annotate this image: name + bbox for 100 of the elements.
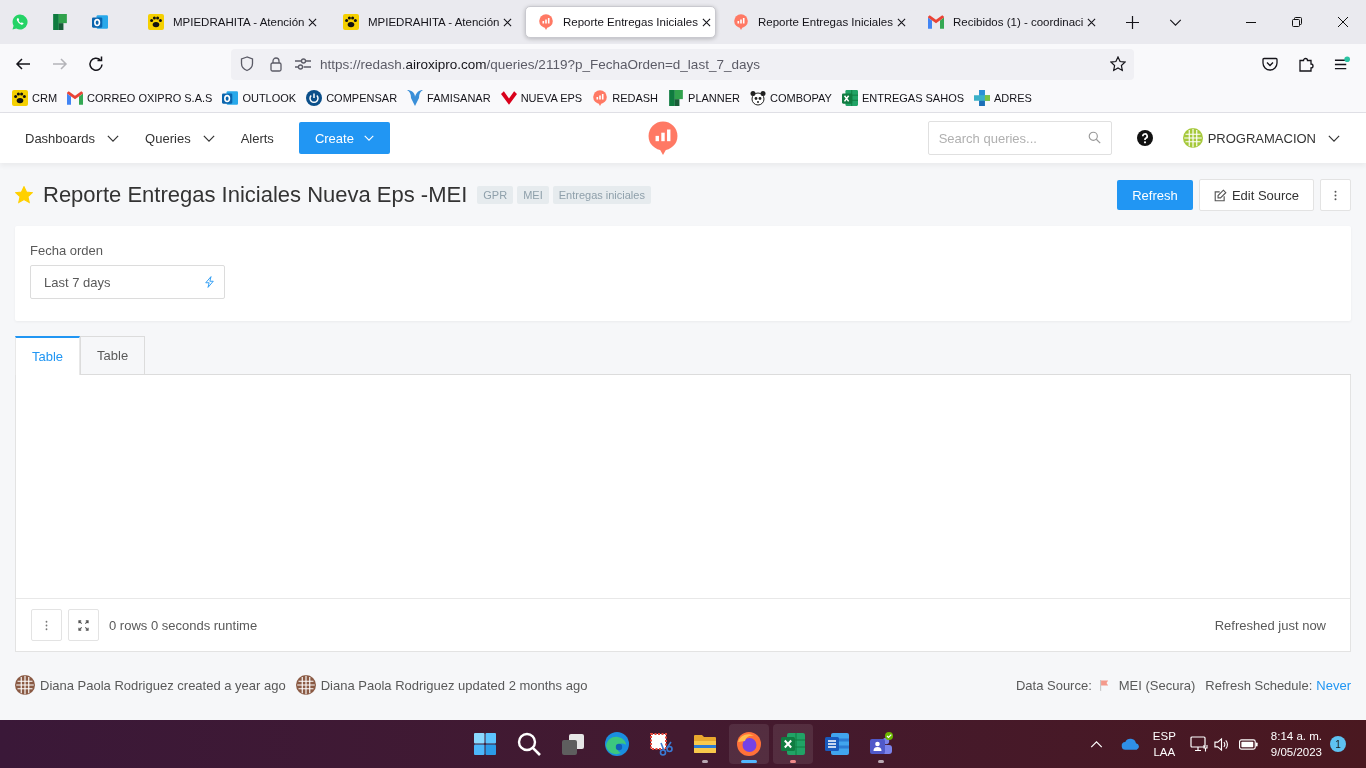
battery-icon[interactable] [1238, 738, 1258, 750]
paw-icon [12, 90, 28, 106]
chevron-up-icon[interactable] [1089, 740, 1103, 748]
address-field[interactable]: https://redash.airoxipro.com/queries/2119?p_FechaOrden=d_last_7_days [231, 48, 1134, 80]
history-text: Diana Paola Rodriguez updated 2 months ago [320, 677, 588, 693]
lock-icon[interactable] [268, 56, 284, 72]
panda-icon [750, 90, 766, 106]
nav-menu-item[interactable]: Alerts [240, 130, 274, 146]
date-range-field[interactable]: Last 7 days [30, 265, 225, 299]
dots-vertical-icon [45, 619, 48, 631]
close-icon[interactable] [896, 17, 906, 27]
pouch-icon[interactable] [1262, 56, 1278, 72]
bookmark-item[interactable]: PLANNER [668, 90, 740, 106]
chevron-down-icon [107, 134, 120, 142]
folder-icon [693, 732, 717, 756]
taskbar-button[interactable] [773, 724, 813, 764]
close-icon[interactable] [701, 17, 711, 27]
user-menu[interactable]: PROGRAMACION [1182, 128, 1340, 148]
lightning-icon[interactable] [205, 276, 214, 288]
nav-menu-item[interactable]: Queries [145, 130, 215, 146]
data-source-name: MEI (Secura) [1118, 677, 1196, 693]
squares-icon[interactable] [52, 14, 68, 30]
help-icon[interactable] [1136, 130, 1153, 146]
ring-tile-icon[interactable] [92, 14, 108, 30]
flag-icon [1098, 679, 1109, 691]
close-icon[interactable] [503, 17, 513, 27]
bookmark-item[interactable]: ENTREGAS SAHOS [841, 90, 965, 106]
clock-button[interactable]: 8:14 a. m. 9/05/2023 [1270, 728, 1322, 760]
chevron-down-icon[interactable] [1169, 18, 1182, 26]
sheet-tile-icon [781, 732, 805, 756]
bookmark-item[interactable]: NUEVA EPS [500, 90, 583, 106]
avatar-icon [15, 675, 35, 695]
minimize-icon[interactable] [1246, 21, 1256, 23]
bookmark-item[interactable]: COMBOPAY [750, 90, 832, 106]
chevron-mark-icon [500, 90, 517, 106]
wing-icon [407, 90, 424, 106]
running-indicator-icon [790, 760, 796, 763]
volume-icon[interactable] [1213, 736, 1229, 752]
mail-icon [67, 90, 84, 106]
language-button[interactable]: ESP LAA [1152, 728, 1176, 760]
chat-bars-icon [538, 14, 554, 30]
bookmark-item[interactable]: CORREO OXIPRO S.A.S [67, 90, 213, 106]
row-count-text: 0 rows 0 seconds runtime [109, 617, 258, 633]
paw-icon [343, 14, 359, 30]
plus-icon[interactable] [1126, 15, 1139, 29]
avatar-icon [1182, 128, 1203, 148]
squares-icon [668, 90, 685, 106]
search-field[interactable]: Search queries... [927, 121, 1112, 155]
expand-button[interactable] [68, 609, 99, 641]
bookmark-item[interactable]: FAMISANAR [407, 90, 491, 106]
chevron-down-icon [202, 134, 215, 142]
people-tile-icon [869, 732, 893, 756]
swirl-icon [605, 732, 629, 756]
bookmark-item[interactable]: COMPENSAR [306, 90, 398, 106]
arrow-left-icon[interactable] [15, 56, 31, 72]
nav-menu-item[interactable]: Dashboards [25, 130, 120, 146]
menu-icon[interactable] [1334, 56, 1350, 72]
sheet-tile-icon [841, 90, 858, 106]
puzzle-icon[interactable] [1298, 56, 1314, 72]
document-tile-icon [825, 732, 849, 756]
restore-icon[interactable] [1292, 17, 1302, 27]
dots-vertical-icon [1334, 189, 1337, 201]
notification-badge[interactable]: 1 [1330, 736, 1346, 752]
ring-tile-icon [222, 90, 239, 106]
sliders-icon[interactable] [295, 57, 311, 71]
visualization-tab[interactable]: Table [80, 336, 146, 374]
bookmark-item[interactable]: CRM [12, 90, 58, 106]
close-icon[interactable] [1338, 17, 1348, 27]
chat-bars-icon [733, 14, 749, 30]
schedule-label: Refresh Schedule: [1205, 677, 1313, 693]
search-icon [517, 732, 541, 756]
cloud-icon[interactable] [1120, 738, 1140, 750]
scissors-icon [649, 732, 673, 756]
stacked-squares-icon [561, 732, 585, 756]
bookmark-item[interactable]: OUTLOOK [222, 90, 297, 106]
start-icon [473, 732, 497, 756]
cross-icon [974, 90, 991, 106]
reload-icon[interactable] [88, 56, 104, 72]
bookmark-item[interactable]: REDASH [592, 90, 659, 106]
shield-icon[interactable] [239, 56, 255, 72]
search-icon [1087, 131, 1101, 144]
chevron-down-icon [1328, 134, 1340, 142]
taskbar-button[interactable] [729, 724, 769, 764]
chat-bars-icon[interactable] [648, 121, 678, 155]
globe-icon [737, 732, 761, 756]
edit-source-button[interactable]: Edit Source [1199, 179, 1314, 211]
close-icon[interactable] [308, 17, 318, 27]
edit-icon [1213, 188, 1227, 202]
close-icon[interactable] [1087, 17, 1097, 27]
chevron-down-icon [363, 135, 374, 141]
avatar-icon [295, 675, 316, 695]
data-source-label: Data Source: [1015, 677, 1092, 693]
running-indicator-icon [741, 760, 757, 763]
running-indicator-icon [878, 760, 884, 763]
mail-icon [928, 14, 944, 30]
network-icon[interactable] [1189, 736, 1208, 752]
refresh-status-text: Refreshed just now [1214, 617, 1326, 633]
bookmark-item[interactable]: ADRES [974, 90, 1032, 106]
star-icon[interactable] [1110, 56, 1126, 72]
browser-tab[interactable]: Reporte Entregas Iniciales [525, 6, 716, 38]
